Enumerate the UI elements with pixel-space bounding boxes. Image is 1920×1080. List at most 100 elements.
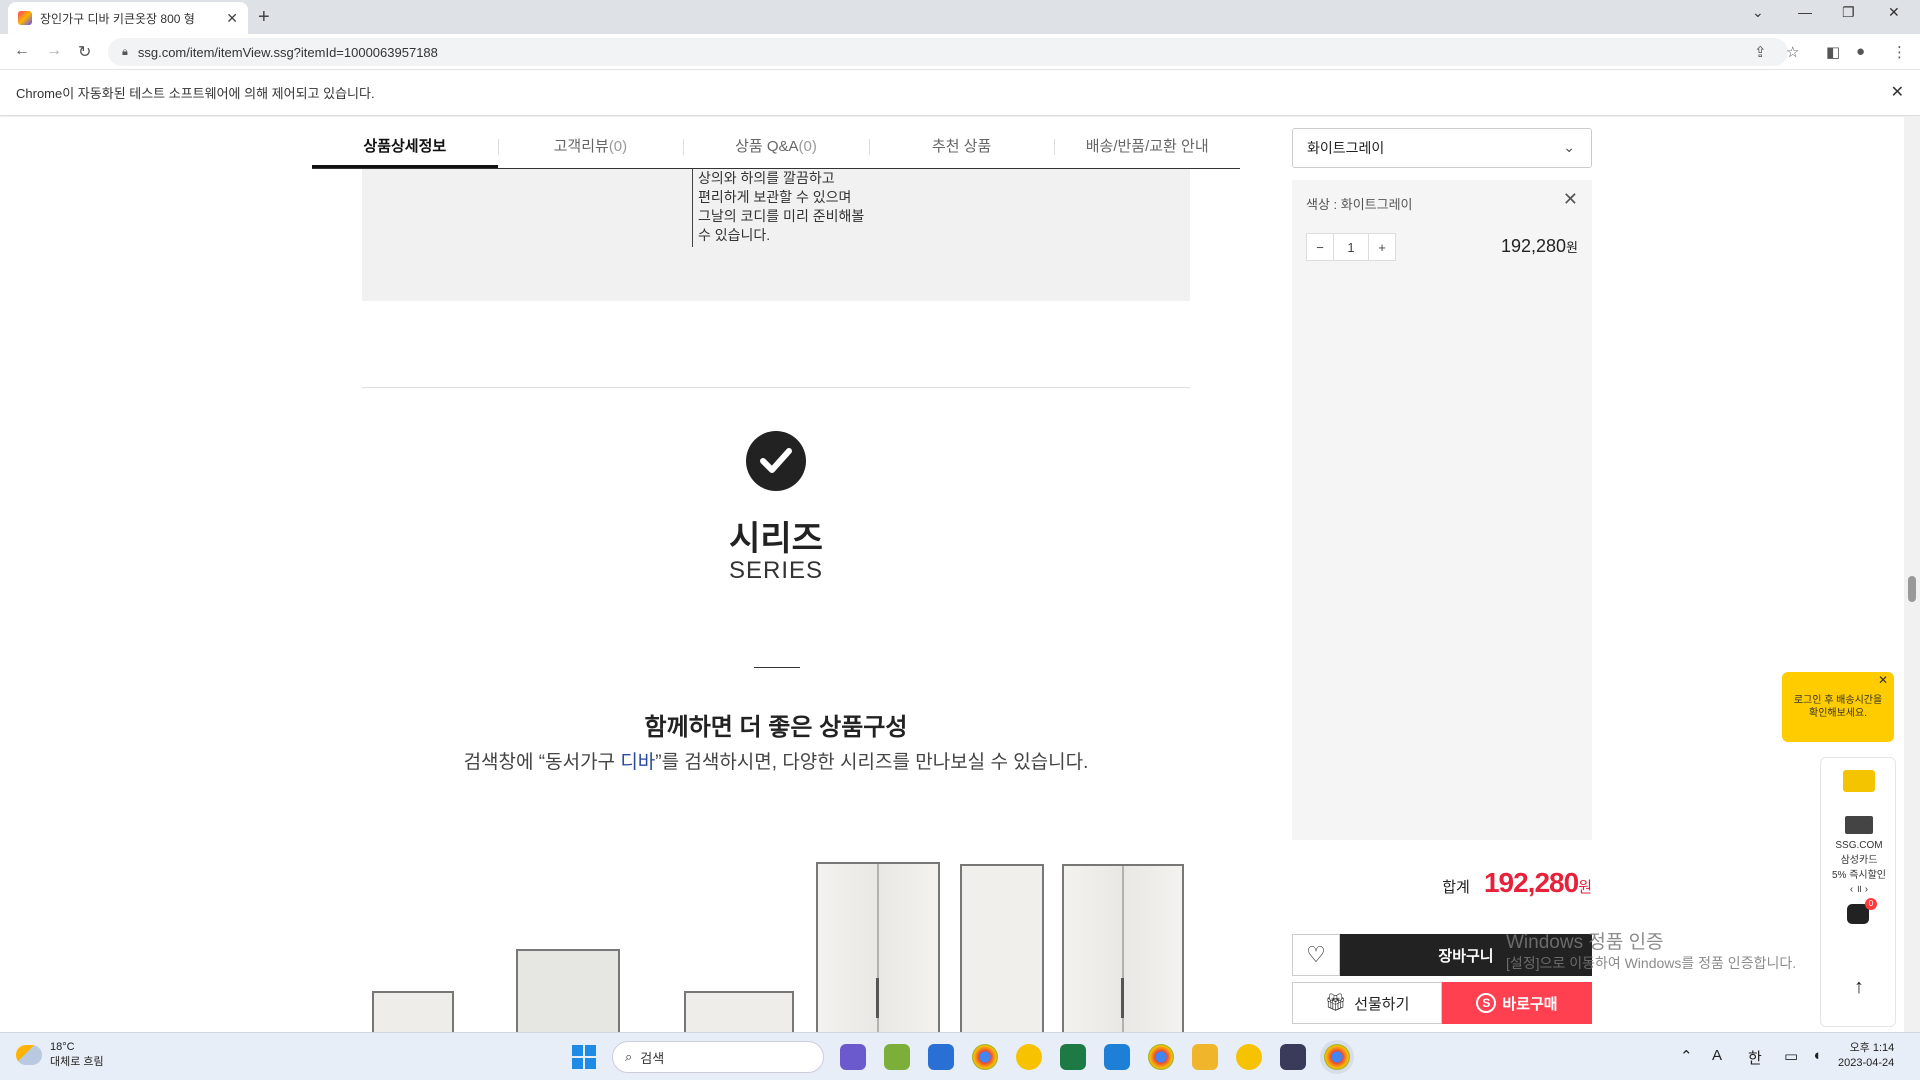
ime-mode-a[interactable]: A [1712,1047,1722,1064]
card-promo-icon[interactable] [1845,816,1873,834]
series-subtitle: SERIES [728,557,824,584]
total-amount: 192,280 [1483,867,1579,898]
mirror-door-wardrobe-image [960,864,1044,1032]
tooltip-text: 확인해보세요. [1809,708,1867,719]
tab-label: 추천 상품 [931,138,992,155]
automation-infobar: Chrome이 자동화된 테스트 소프트웨어에 의해 제어되고 있습니다. ✕ [0,70,1920,116]
currency-unit: 원 [1566,240,1578,255]
profile-icon[interactable]: ● [1856,43,1865,60]
settings-app-icon[interactable] [928,1044,954,1070]
tooltip-text: 로그인 후 배송시간을 [1793,695,1883,706]
page-scrollbar[interactable] [1904,117,1920,1032]
gift-button[interactable]: 🎁︎ 선물하기 [1292,982,1442,1024]
windows-taskbar: 18°C 대체로 흐림 ⌕ 검색 ⌃ A 한 ▭ ◖ 오후 1:14 2023-… [0,1032,1920,1080]
tab-detail[interactable]: 상품상세정보 [312,129,498,168]
volume-icon[interactable]: ◖ [1812,1047,1821,1064]
checkmark-icon [746,431,806,491]
remove-option-icon[interactable]: ✕ [1563,189,1578,210]
chevron-down-icon: ⌄ [1563,139,1575,155]
wishlist-heart-button[interactable]: ♡ [1292,934,1340,976]
chrome-icon[interactable] [1148,1044,1174,1070]
tab-shipping[interactable]: 배송/반품/교환 안내 [1054,129,1240,168]
forward-icon[interactable]: → [46,42,62,60]
selected-option-label: 화이트그레이 [1307,140,1385,156]
windows-activation-text: [설정]으로 이동하여 Windows를 정품 인증합니다. [1506,955,1797,971]
lock-icon: 🔒︎ [122,45,128,58]
detail-gray-box: 상의와 하의를 깔끔하고 편리하게 보관할 수 있으며 그날의 코디를 미리 준… [362,169,1190,301]
minimize-icon[interactable]: — [1798,4,1812,20]
tab-label: 고객리뷰 [553,138,609,155]
excel-icon[interactable] [1060,1044,1086,1070]
restore-icon[interactable]: ❐ [1842,4,1855,21]
delivery-truck-icon[interactable] [1843,770,1875,792]
decrease-qty-button[interactable]: − [1306,233,1334,261]
notepad-icon[interactable] [1280,1044,1306,1070]
ssg-pay-icon: S [1476,993,1497,1013]
desc-line: 그날의 코디를 미리 준비해볼 [698,208,865,224]
card-name: 삼성카드 [1840,855,1878,866]
buy-label: 바로구매 [1502,995,1558,1013]
reload-icon[interactable]: ↻ [78,42,91,62]
bookmark-star-icon[interactable]: ☆ [1786,43,1799,61]
delivery-login-tooltip: ✕ 로그인 후 배송시간을 확인해보세요. [1782,672,1894,742]
floating-side-bar: SSG.COM 삼성카드 5% 즉시할인 ‹ ॥ › 0 ↑ [1820,757,1896,1027]
buy-now-button[interactable]: S 바로구매 [1442,982,1592,1024]
wardrobe-image [816,862,940,1032]
file-explorer-icon[interactable] [1192,1044,1218,1070]
tab-search-icon[interactable]: ⌄ [1752,4,1764,21]
browser-tab-strip: 장인가구 디바 키큰옷장 800 형 ✕ + ⌄ — ❐ ✕ [0,0,1920,34]
temperature: 18°C [50,1041,75,1053]
selected-option-panel: 색상 : 화이트그레이 ✕ − 1 + 192,280원 [1292,180,1592,840]
infobar-close-icon[interactable]: ✕ [1891,82,1904,102]
close-window-icon[interactable]: ✕ [1888,4,1900,21]
combo-highlight: 디바 [620,752,656,773]
chat-app-icon[interactable] [1236,1044,1262,1070]
close-tab-icon[interactable]: ✕ [226,10,238,27]
chrome-icon[interactable] [972,1044,998,1070]
taskbar-clock[interactable]: 오후 1:14 2023-04-24 [1838,1041,1894,1071]
vscode-icon[interactable] [1104,1044,1130,1070]
currency-unit: 원 [1578,879,1592,896]
gift-label: 선물하기 [1354,995,1410,1013]
quantity-input[interactable]: 1 [1334,233,1368,261]
meet-app-icon[interactable] [840,1044,866,1070]
tab-label: 상품 Q&A [735,138,799,155]
ime-mode-han[interactable]: 한 [1748,1047,1762,1068]
back-icon[interactable]: ← [14,42,30,60]
tab-qna[interactable]: 상품 Q&A(0) [683,129,869,168]
url-input[interactable]: 🔒︎ ssg.com/item/itemView.ssg?itemId=1000… [108,38,1788,66]
messenger-app-icon[interactable] [1016,1044,1042,1070]
windows-activation-title: Windows 정품 인증 [1506,932,1664,953]
chest-image [684,991,794,1032]
search-placeholder: 검색 [640,1050,665,1066]
search-icon: ⌕ [625,1049,633,1064]
tooltip-close-icon[interactable]: ✕ [1878,674,1888,687]
card-carousel-nav[interactable]: ‹ ॥ › [1821,881,1897,895]
infobar-text: Chrome이 자동화된 테스트 소프트웨어에 의해 제어되고 있습니다. [16,86,375,101]
browser-tab[interactable]: 장인가구 디바 키큰옷장 800 형 ✕ [8,2,248,34]
chrome-active-icon[interactable] [1324,1044,1350,1070]
card-promo-text[interactable]: SSG.COM 삼성카드 5% 즉시할인 ‹ ॥ › [1821,840,1897,895]
tab-count: (0) [798,138,817,155]
side-panel-icon[interactable]: ◧ [1826,43,1840,61]
tab-recommend[interactable]: 추천 상품 [868,129,1055,168]
option-price-value: 192,280 [1500,236,1567,256]
photos-app-icon[interactable] [884,1044,910,1070]
desc-line: 상의와 하의를 깔끔하고 [698,170,835,186]
share-icon[interactable]: ⇪ [1754,43,1767,61]
taskbar-search-input[interactable]: ⌕ 검색 [612,1041,824,1073]
option-select[interactable]: 화이트그레이 ⌄ [1292,128,1592,168]
menu-kebab-icon[interactable]: ⋮ [1892,43,1907,61]
windows-start-icon[interactable] [572,1045,596,1069]
increase-qty-button[interactable]: + [1368,233,1396,261]
total-price: 합계 192,280원 [1292,867,1592,899]
wardrobe-image [1062,864,1184,1032]
tab-reviews[interactable]: 고객리뷰(0) [497,129,684,168]
new-tab-icon[interactable]: + [258,6,270,29]
scrollbar-thumb[interactable] [1908,576,1916,602]
scroll-top-icon[interactable]: ↑ [1821,976,1897,999]
weather-widget[interactable]: 18°C 대체로 흐림 [16,1041,104,1069]
tray-overflow-icon[interactable]: ⌃ [1680,1047,1693,1065]
detail-tabs: 상품상세정보 고객리뷰(0) 상품 Q&A(0) 추천 상품 배송/반품/교환 … [312,129,1240,169]
network-icon[interactable]: ▭ [1784,1047,1798,1065]
